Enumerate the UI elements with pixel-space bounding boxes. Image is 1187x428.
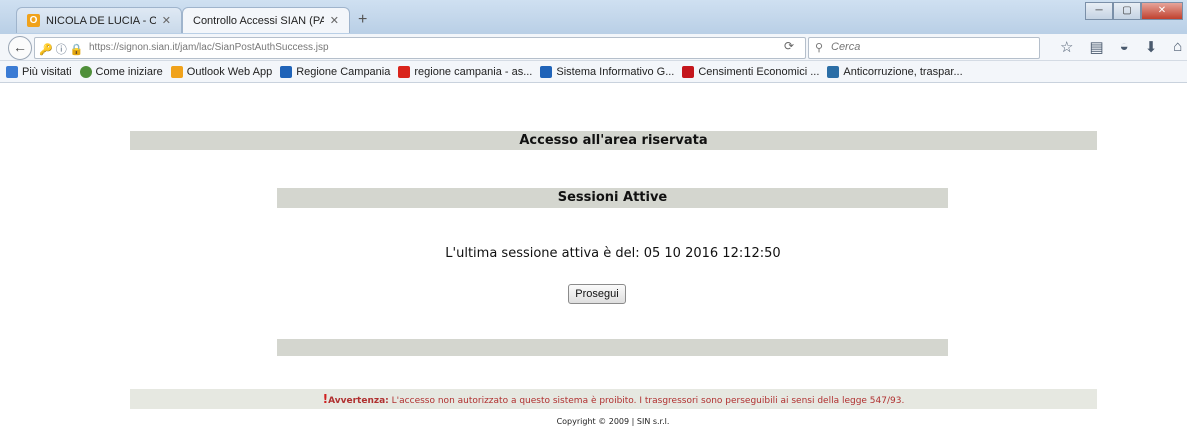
navigation-bar: ← 🔑 ⓘ 🔒 https://signon.sian.it/jam/lac/S… [0,34,1187,61]
outlook-icon [170,65,183,78]
copyright: Copyright © 2009 | SIN s.r.l. [556,417,670,426]
bookmark-label: Outlook Web App [186,65,273,78]
site-info-icon[interactable]: 🔑 ⓘ 🔒 [39,41,84,57]
close-tab-icon[interactable]: ✕ [162,14,171,27]
warning-banner: !Avvertenza: L'accesso non autorizzato a… [130,389,1097,409]
bookmark-star-icon[interactable]: ☆ [1060,38,1073,56]
pocket-icon[interactable]: ◒ [1120,38,1129,56]
reading-list-icon[interactable]: ▤ [1089,38,1103,56]
new-tab-button[interactable]: + [358,11,367,29]
bookmark-icon [827,65,840,78]
warning-label: Avvertenza: [328,396,389,406]
bookmark-regione-campania[interactable]: Regione Campania [280,65,391,78]
bookmark-label: regione campania - as... [414,65,533,78]
warning-text: L'accesso non autorizzato a questo siste… [391,396,905,406]
home-icon[interactable]: ⌂ [1173,38,1182,56]
close-tab-icon[interactable]: ✕ [330,14,339,27]
search-input[interactable] [829,40,1033,54]
bookmark-piu-visitati[interactable]: Più visitati [6,65,72,78]
bookmark-outlook[interactable]: Outlook Web App [170,65,273,78]
tab-outlook[interactable]: O NICOLA DE LUCIA - Outloo... ✕ [16,7,182,33]
continue-button[interactable]: Prosegui [568,284,626,304]
bookmarks-bar: Più visitati Come iniziare Outlook Web A… [0,61,1187,83]
bookmark-icon [280,65,293,78]
window-controls: ─ ▢ ✕ [1085,2,1183,20]
url-text: https://signon.sian.it/jam/lac/SianPostA… [89,42,329,53]
bookmark-anticorruzione[interactable]: Anticorruzione, traspar... [827,65,963,78]
sessions-title: Sessioni Attive [277,188,948,208]
reload-icon[interactable]: ⟳ [784,39,794,53]
url-bar[interactable]: 🔑 ⓘ 🔒 https://signon.sian.it/jam/lac/Sia… [34,37,806,59]
bookmark-icon [540,65,553,78]
outlook-icon: O [27,14,40,27]
last-session-text: L'ultima sessione attiva è del: 05 10 20… [445,246,781,261]
close-window-button[interactable]: ✕ [1141,2,1183,20]
bookmark-regione-campania-as[interactable]: regione campania - as... [398,65,533,78]
bookmark-label: Più visitati [22,65,72,78]
bookmark-icon [6,65,18,78]
bookmark-come-iniziare[interactable]: Come iniziare [79,65,163,78]
search-box[interactable]: ⚲ [808,37,1040,59]
tab-label: NICOLA DE LUCIA - Outloo... [46,14,156,27]
toolbar-icons: ☆ ▤ ◒ ⬇ ⌂ [1060,38,1182,56]
tab-bar: O NICOLA DE LUCIA - Outloo... ✕ Controll… [0,0,1187,34]
bookmark-label: Sistema Informativo G... [556,65,675,78]
back-button[interactable]: ← [8,36,32,60]
tab-controllo-accessi[interactable]: Controllo Accessi SIAN (PAP) ✕ [182,7,350,33]
tab-label: Controllo Accessi SIAN (PAP) [193,14,324,27]
bookmark-icon [682,65,695,78]
bookmark-label: Come iniziare [95,65,163,78]
search-icon: ⚲ [815,42,824,54]
maximize-button[interactable]: ▢ [1113,2,1141,20]
bookmark-sistema-informativo[interactable]: Sistema Informativo G... [540,65,675,78]
section-divider [277,339,948,356]
bookmark-label: Anticorruzione, traspar... [843,65,963,78]
bookmark-icon [79,65,92,78]
download-icon[interactable]: ⬇ [1145,38,1158,56]
bookmark-label: Regione Campania [296,65,391,78]
minimize-button[interactable]: ─ [1085,2,1113,20]
bookmark-icon [398,65,411,78]
page-title: Accesso all'area riservata [130,131,1097,150]
bookmark-label: Censimenti Economici ... [698,65,820,78]
bookmark-censimenti[interactable]: Censimenti Economici ... [682,65,820,78]
